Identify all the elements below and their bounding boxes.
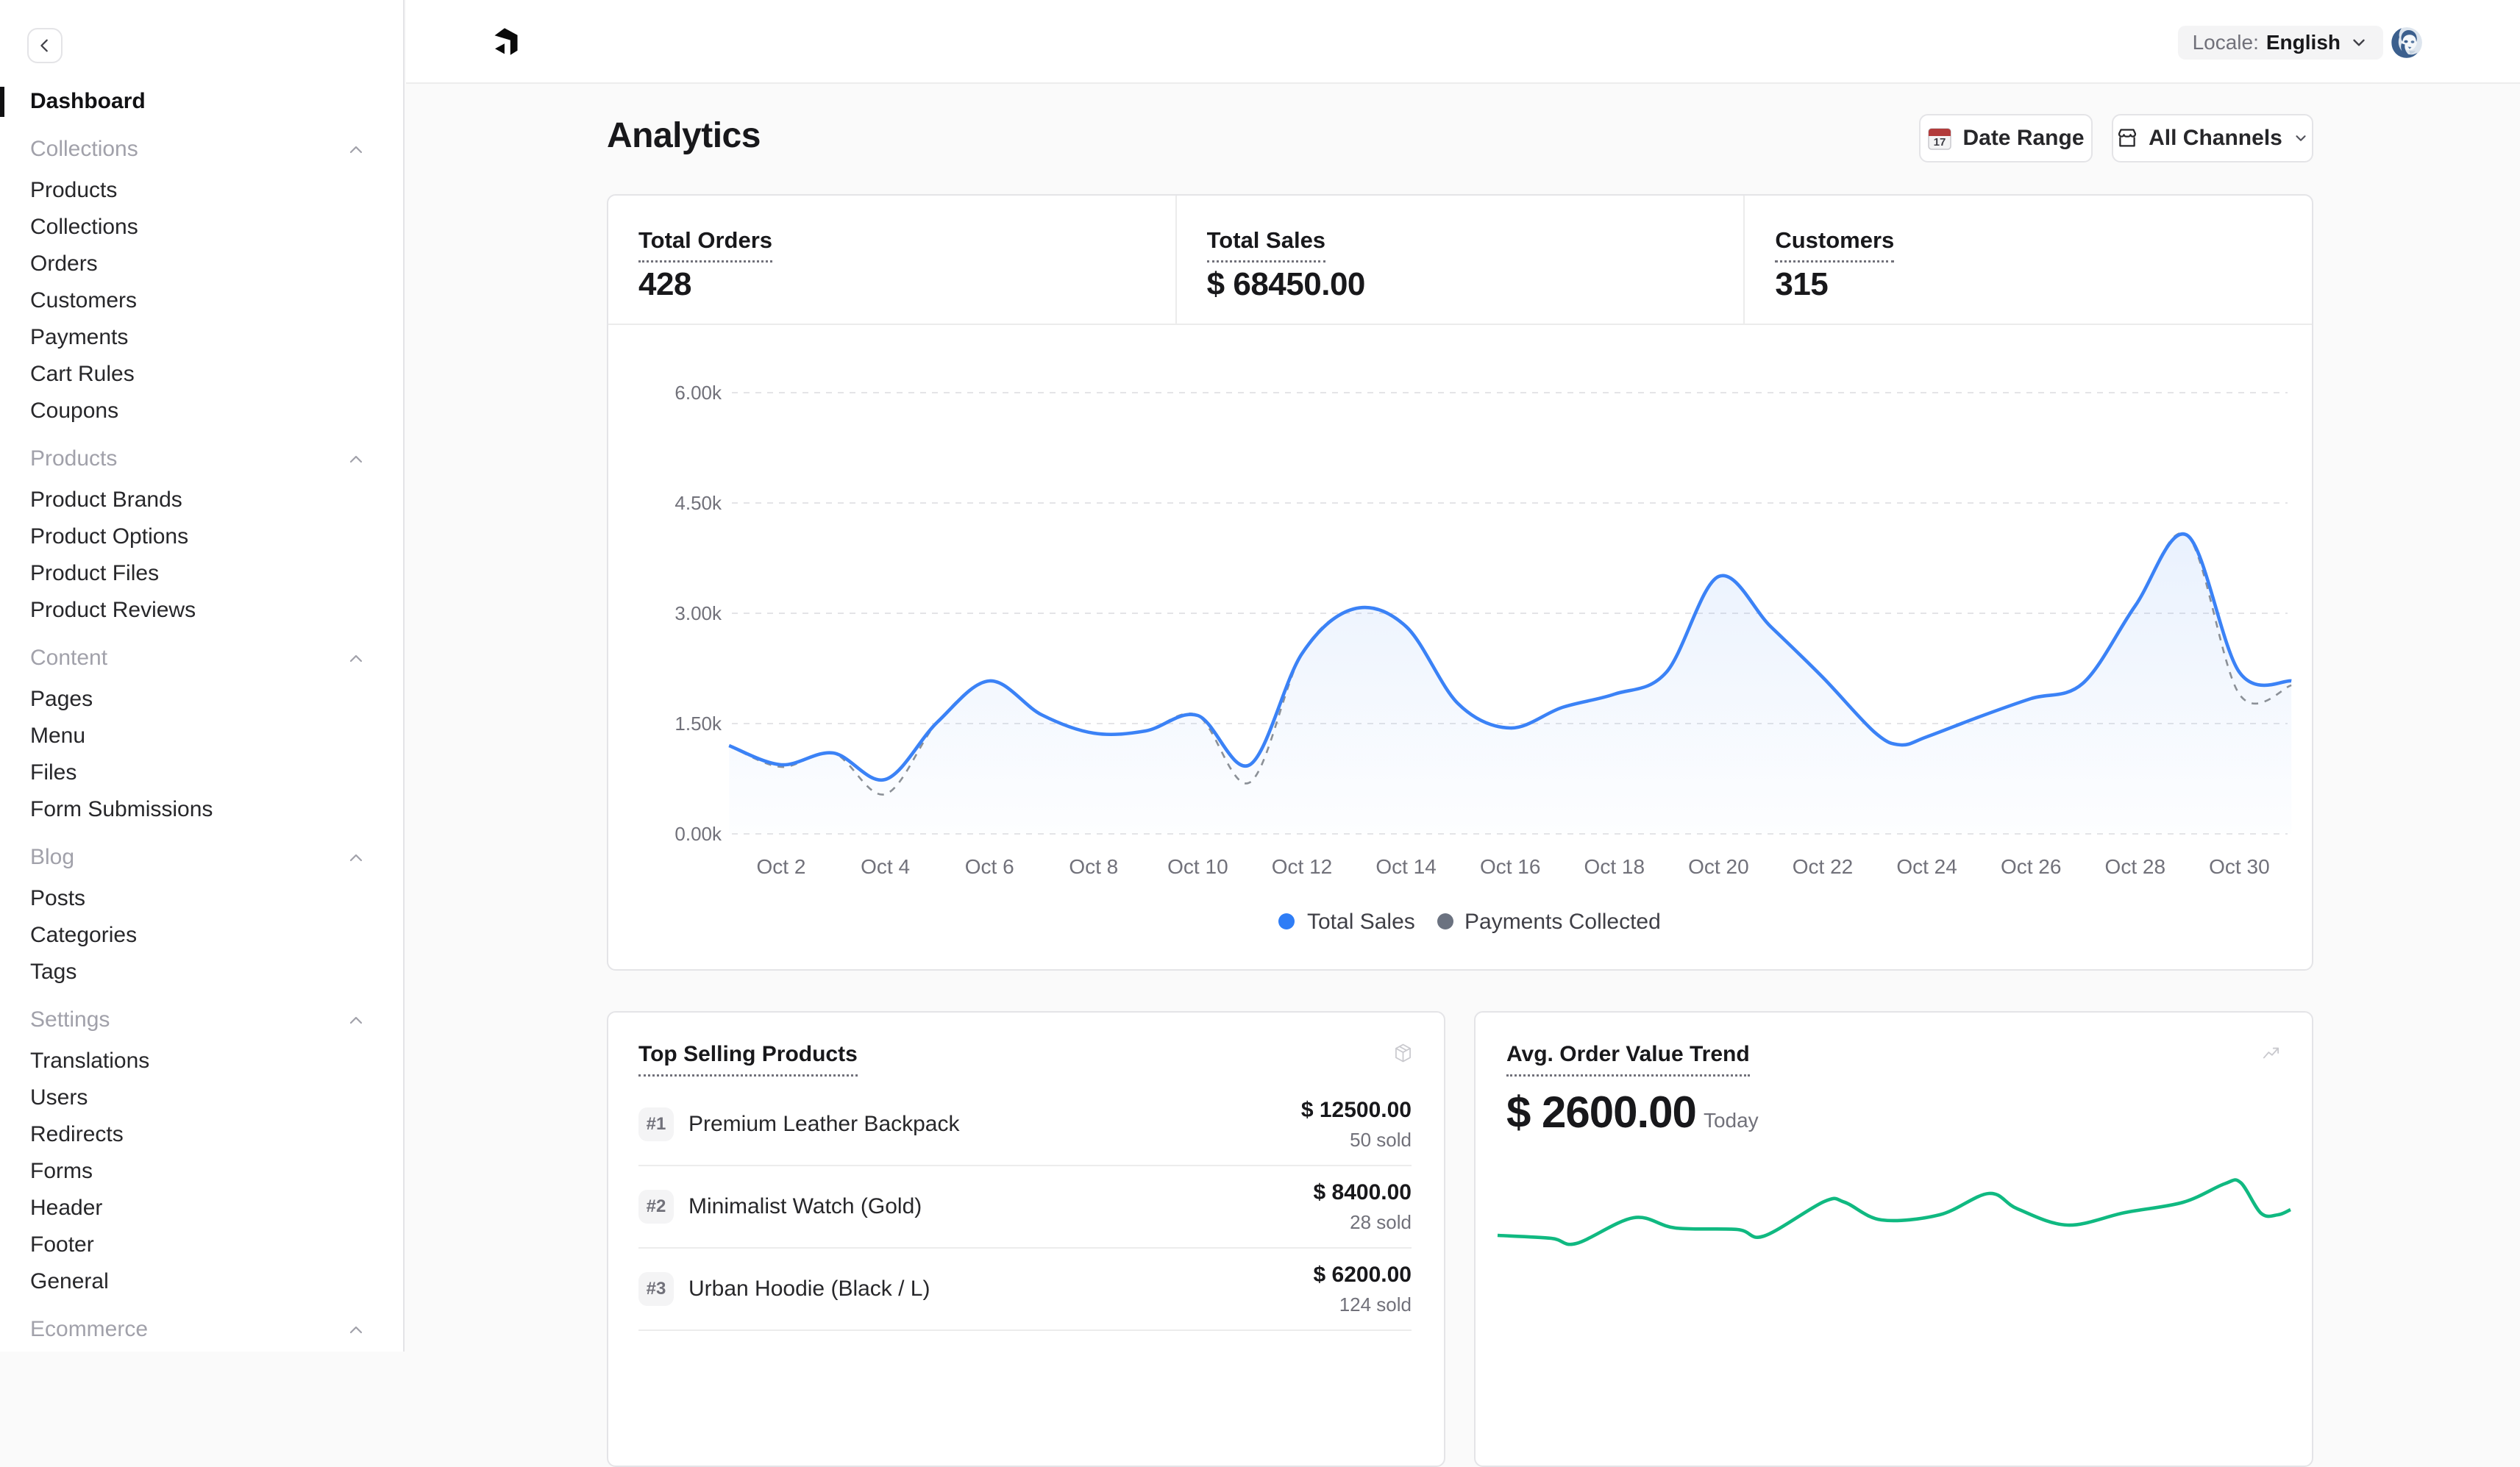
svg-text:Oct 8: Oct 8 [1069,855,1118,878]
svg-text:0.00k: 0.00k [675,823,722,845]
svg-text:Oct 18: Oct 18 [1584,855,1645,878]
svg-text:Oct 20: Oct 20 [1688,855,1748,878]
svg-text:1.50k: 1.50k [675,713,722,735]
svg-text:Oct 2: Oct 2 [757,855,806,878]
svg-text:Total Sales: Total Sales [1307,910,1415,934]
svg-text:Oct 10: Oct 10 [1167,855,1228,878]
svg-text:6.00k: 6.00k [675,382,722,404]
svg-text:Oct 26: Oct 26 [2001,855,2061,878]
svg-text:Oct 30: Oct 30 [2209,855,2269,878]
svg-text:Oct 4: Oct 4 [861,855,910,878]
svg-text:Oct 28: Oct 28 [2105,855,2165,878]
svg-text:Oct 24: Oct 24 [1896,855,1957,878]
svg-text:3.00k: 3.00k [675,602,722,624]
svg-text:Oct 12: Oct 12 [1272,855,1332,878]
svg-text:Oct 22: Oct 22 [1793,855,1853,878]
svg-text:17: 17 [1934,136,1946,149]
svg-text:Oct 6: Oct 6 [965,855,1014,878]
svg-text:4.50k: 4.50k [675,492,722,514]
svg-text:Oct 14: Oct 14 [1375,855,1436,878]
svg-text:Payments Collected: Payments Collected [1464,910,1661,934]
svg-text:Oct 16: Oct 16 [1480,855,1540,878]
